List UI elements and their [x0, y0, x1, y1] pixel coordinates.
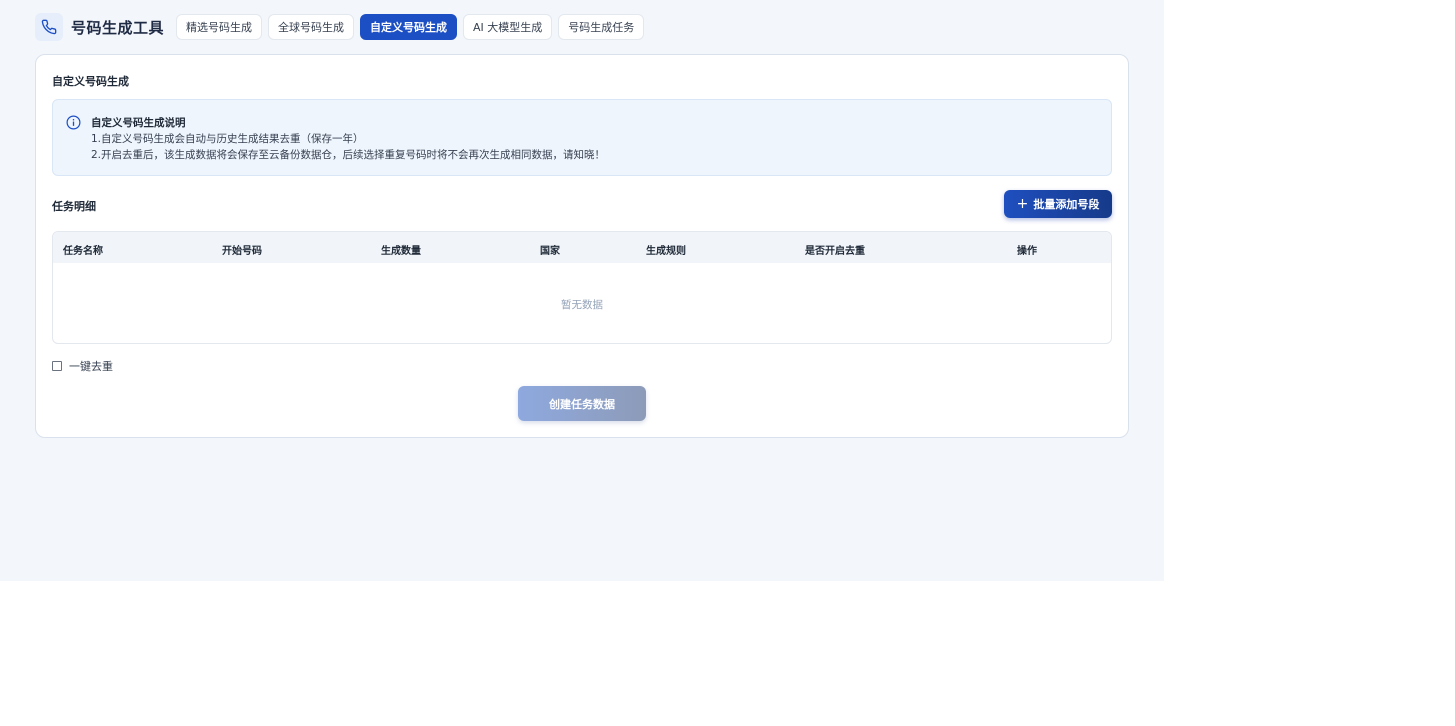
task-table: 任务名称 开始号码 生成数量 国家 生成规则 是否开启去重 操作 暂无数据	[52, 231, 1112, 344]
batch-add-segment-button[interactable]: + 批量添加号段	[1004, 190, 1112, 218]
app-title: 号码生成工具	[71, 18, 165, 37]
tab-featured-numbers[interactable]: 精选号码生成	[176, 14, 263, 40]
card-title: 自定义号码生成	[52, 75, 129, 88]
column-header-start-number: 开始号码	[222, 246, 262, 257]
info-line-1: 1.自定义号码生成会自动与历史生成结果去重（保存一年）	[91, 133, 364, 145]
column-header-task-name: 任务名称	[63, 246, 103, 257]
header: 号码生成工具 精选号码生成 全球号码生成 自定义号码生成 AI 大模型生成 号码…	[35, 12, 650, 42]
column-header-dedupe: 是否开启去重	[805, 246, 865, 257]
column-header-actions: 操作	[1017, 246, 1037, 257]
dedupe-option[interactable]: 一键去重	[52, 358, 113, 374]
table-header: 任务名称 开始号码 生成数量 国家 生成规则 是否开启去重 操作	[53, 232, 1111, 263]
batch-add-label: 批量添加号段	[1033, 198, 1100, 211]
logo	[35, 13, 63, 41]
column-header-rule: 生成规则	[646, 246, 686, 257]
info-line-2: 2.开启去重后，该生成数据将会保存至云备份数据仓，后续选择重复号码时将不会再次生…	[91, 149, 606, 161]
tab-ai-model[interactable]: AI 大模型生成	[463, 14, 553, 40]
custom-generation-card: 自定义号码生成 自定义号码生成说明 1.自定义号码生成会自动与历史生成结果去重（…	[35, 54, 1129, 438]
task-detail-title: 任务明细	[52, 200, 96, 213]
empty-state-text: 暂无数据	[561, 299, 603, 311]
info-notice: 自定义号码生成说明 1.自定义号码生成会自动与历史生成结果去重（保存一年） 2.…	[52, 99, 1112, 176]
create-task-button[interactable]: 创建任务数据	[518, 386, 646, 421]
tab-custom-numbers[interactable]: 自定义号码生成	[360, 14, 458, 40]
phone-icon	[41, 19, 57, 35]
column-header-country: 国家	[540, 246, 560, 257]
tab-global-numbers[interactable]: 全球号码生成	[268, 14, 355, 40]
info-icon	[66, 115, 81, 130]
tab-generation-tasks[interactable]: 号码生成任务	[558, 14, 645, 40]
info-title: 自定义号码生成说明	[91, 117, 186, 129]
column-header-quantity: 生成数量	[381, 246, 421, 257]
dedupe-checkbox[interactable]	[52, 361, 62, 371]
plus-icon: +	[1016, 196, 1029, 212]
dedupe-label: 一键去重	[69, 360, 113, 373]
